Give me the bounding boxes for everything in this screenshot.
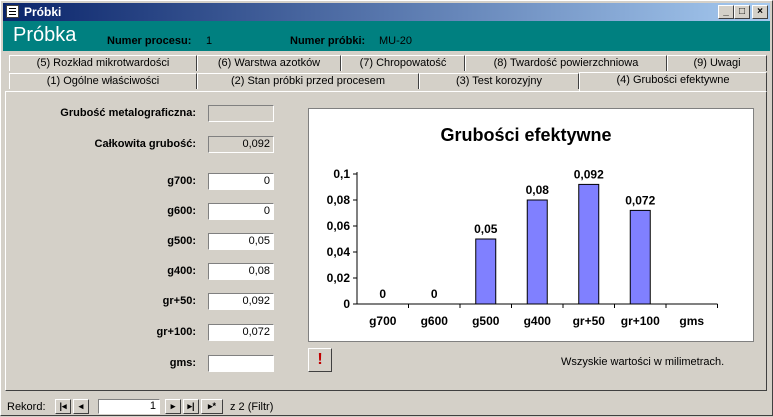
record-navigation: Rekord: |◂ ◂ 1 ▸ ▸| ▸* z 2 (Filtr) xyxy=(1,397,773,417)
maximize-button[interactable]: □ xyxy=(734,5,750,19)
g600-label: g600: xyxy=(167,205,196,217)
tab-notes[interactable]: (9) Uwagi xyxy=(667,55,767,71)
metallographic-thickness-field[interactable] xyxy=(208,105,274,122)
next-record-button[interactable]: ▸ xyxy=(165,399,181,414)
gr50-label: gr+50: xyxy=(162,295,196,307)
chart-title: Grubości efektywne xyxy=(440,125,611,145)
g500-field[interactable]: 0,05 xyxy=(208,233,274,250)
x-tick-label: gr+50 xyxy=(573,314,606,328)
gr100-field[interactable]: 0,072 xyxy=(208,324,274,341)
tab-label: (3) Test korozyjny xyxy=(456,75,542,87)
tab-microhardness[interactable]: (5) Rozkład mikrotwardości xyxy=(9,55,197,71)
previous-record-button[interactable]: ◂ xyxy=(73,399,89,414)
effective-thickness-chart: Grubości efektywne 0 0,02 0,04 0,06 0,08 0,1 g… xyxy=(308,108,754,342)
g700-label: g700: xyxy=(167,175,196,187)
sample-number-value: MU-20 xyxy=(379,35,413,47)
y-tick-label: 0,04 xyxy=(327,245,351,259)
form-title: Próbka xyxy=(13,24,77,46)
data-label: 0,092 xyxy=(574,167,604,181)
y-tick-label: 0,1 xyxy=(333,167,350,181)
tab-label: (2) Stan próbki przed procesem xyxy=(230,75,386,87)
x-tick-label: g400 xyxy=(524,314,552,328)
tab-roughness[interactable]: (7) Chropowatość xyxy=(341,55,465,71)
record-number-field[interactable]: 1 xyxy=(98,399,160,414)
bar xyxy=(526,199,548,305)
bar xyxy=(475,238,497,305)
data-label: 0,072 xyxy=(625,193,655,207)
total-thickness-field[interactable]: 0,092 xyxy=(208,136,274,153)
y-tick-label: 0,02 xyxy=(327,271,351,285)
form-icon[interactable] xyxy=(6,5,19,18)
title-bar[interactable]: Próbki _ □ × xyxy=(3,3,770,21)
tab-general-properties[interactable]: (1) Ogólne właściwości xyxy=(9,73,197,89)
close-button[interactable]: × xyxy=(752,5,768,19)
gr50-field[interactable]: 0,092 xyxy=(208,293,274,310)
units-note: Wszyskie wartości w milimetrach. xyxy=(561,356,725,368)
tab-label: (5) Rozkład mikrotwardości xyxy=(36,57,170,69)
metallographic-thickness-label: Grubość metalograficzna: xyxy=(60,107,196,119)
process-number-label: Numer procesu: xyxy=(107,35,192,47)
tab-label: (4) Grubości efektywne xyxy=(616,74,730,86)
bar xyxy=(578,183,600,305)
tab-corrosion-test[interactable]: (3) Test korozyjny xyxy=(419,73,579,89)
x-tick-label: g700 xyxy=(369,314,397,328)
y-tick-label: 0 xyxy=(343,297,350,311)
chart-svg: Grubości efektywne 0 0,02 0,04 0,06 0,08 0,1 g… xyxy=(327,125,718,328)
new-record-button[interactable]: ▸* xyxy=(201,399,223,414)
data-label: 0,05 xyxy=(474,222,498,236)
record-label: Rekord: xyxy=(7,401,46,413)
y-tick-label: 0,08 xyxy=(327,193,351,207)
gr100-label: gr+100: xyxy=(156,326,196,338)
window-title: Próbki xyxy=(24,5,62,19)
y-tick-label: 0,06 xyxy=(327,219,351,233)
tab-label: (1) Ogólne właściwości xyxy=(46,75,160,87)
minimize-button[interactable]: _ xyxy=(718,5,734,19)
data-label: 0 xyxy=(431,287,438,301)
x-tick-label: gms xyxy=(679,314,704,328)
g700-field[interactable]: 0 xyxy=(208,173,274,190)
exclamation-icon[interactable]: ! xyxy=(308,348,332,372)
tab-nitride-layer[interactable]: (6) Warstwa azotków xyxy=(197,55,341,71)
g400-field[interactable]: 0,08 xyxy=(208,263,274,280)
process-number-value: 1 xyxy=(206,35,213,47)
gms-field[interactable] xyxy=(208,355,274,372)
main-window: Próbki _ □ × Próbka Numer procesu: 1 Num… xyxy=(0,0,773,416)
tab-label: (8) Twardość powierzchniowa xyxy=(493,57,639,69)
first-record-button[interactable]: |◂ xyxy=(55,399,71,414)
tab-label: (6) Warstwa azotków xyxy=(217,57,321,69)
tab-label: (7) Chropowatość xyxy=(359,57,447,69)
g500-label: g500: xyxy=(167,235,196,247)
gms-label: gms: xyxy=(169,357,196,369)
data-label: 0 xyxy=(379,287,386,301)
tab-label: (9) Uwagi xyxy=(693,57,741,69)
last-record-button[interactable]: ▸| xyxy=(183,399,199,414)
tab-sample-state[interactable]: (2) Stan próbki przed procesem xyxy=(197,73,419,89)
g600-field[interactable]: 0 xyxy=(208,203,274,220)
record-count-text: z 2 (Filtr) xyxy=(230,401,274,413)
sample-number-label: Numer próbki: xyxy=(290,35,366,47)
x-tick-label: gr+100 xyxy=(621,314,660,328)
tab-surface-hardness[interactable]: (8) Twardość powierzchniowa xyxy=(465,55,667,71)
form-header: Próbka Numer procesu: 1 Numer próbki: MU… xyxy=(3,21,770,51)
total-thickness-label: Całkowita grubość: xyxy=(94,138,196,150)
x-tick-label: g600 xyxy=(421,314,449,328)
x-tick-label: g500 xyxy=(472,314,500,328)
g400-label: g400: xyxy=(167,265,196,277)
tab-effective-thickness[interactable]: (4) Grubości efektywne xyxy=(579,72,767,91)
bar xyxy=(629,209,651,305)
data-label: 0,08 xyxy=(526,183,550,197)
